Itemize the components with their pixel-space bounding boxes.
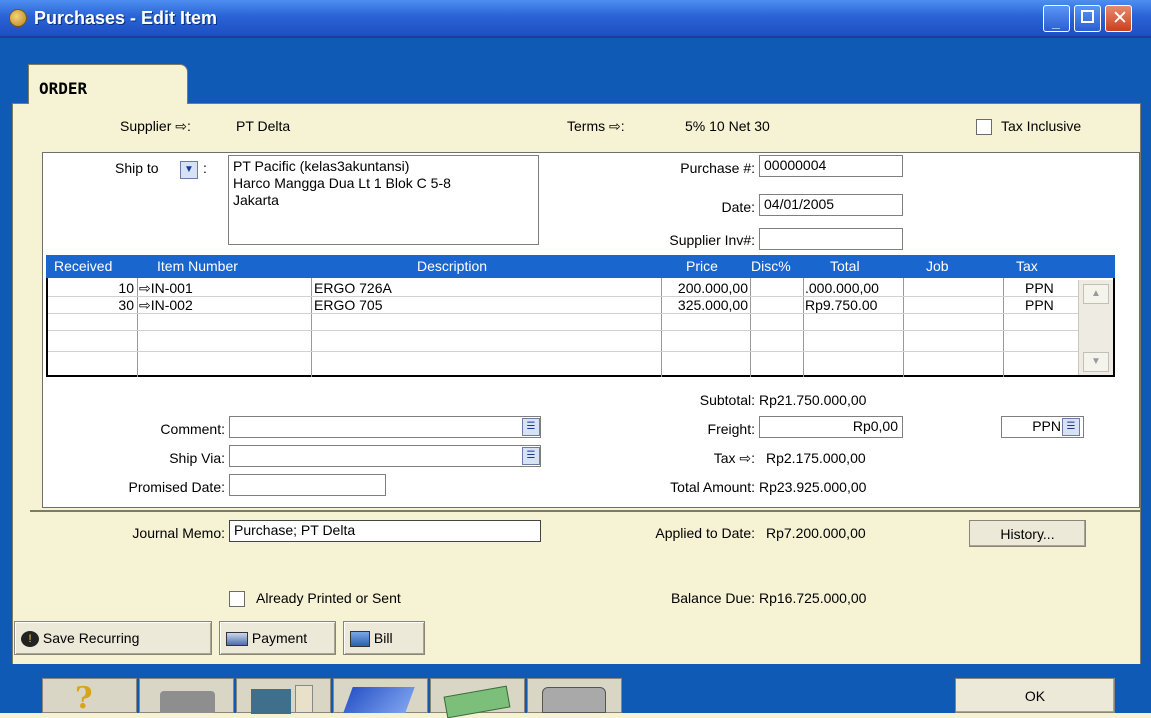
comment-field[interactable] xyxy=(229,416,541,438)
tax-value: Rp2.175.000,00 xyxy=(766,450,866,466)
promised-date-label: Promised Date: xyxy=(128,479,225,495)
book-icon[interactable] xyxy=(333,678,428,713)
tax-inclusive-checkbox[interactable] xyxy=(976,119,992,135)
ship-to-dropdown[interactable]: ▼ xyxy=(180,161,198,179)
row2-total[interactable]: Rp9.750.00 xyxy=(805,297,901,313)
col-total: Total xyxy=(830,258,860,274)
minimize-button[interactable]: _ xyxy=(1043,5,1070,32)
ship-to-line2: Harco Mangga Dua Lt 1 Blok C 5-8 xyxy=(233,175,451,191)
col-tax: Tax xyxy=(1016,258,1038,274)
total-amount-value: Rp23.925.000,00 xyxy=(759,479,867,495)
ship-to-label: Ship to xyxy=(115,160,159,176)
payment-label: Payment xyxy=(251,630,308,646)
bill-button[interactable]: Bill xyxy=(343,621,425,655)
row2-received[interactable]: 30 xyxy=(48,297,134,313)
date-field[interactable]: 04/01/2005 xyxy=(759,194,903,216)
ship-via-field[interactable] xyxy=(229,445,541,467)
col-disc: Disc% xyxy=(751,258,791,274)
supplier-inv-label: Supplier Inv#: xyxy=(669,232,755,248)
row2-tax[interactable]: PPN xyxy=(1025,297,1065,313)
ok-button[interactable]: OK xyxy=(955,678,1115,713)
date-label: Date: xyxy=(721,199,755,215)
row2-price[interactable]: 325.000,00 xyxy=(662,297,748,313)
tab-order[interactable]: ORDER xyxy=(28,64,188,104)
row1-description[interactable]: ERGO 726A xyxy=(314,280,659,296)
supplier-label[interactable]: Supplier ⇨: xyxy=(120,118,191,135)
purchase-number-label: Purchase #: xyxy=(680,160,755,176)
scroll-up-icon[interactable]: ▲ xyxy=(1083,284,1109,304)
supplier-inv-field[interactable] xyxy=(759,228,903,250)
purchase-number-field[interactable]: 00000004 xyxy=(759,155,903,177)
mail-icon[interactable] xyxy=(236,678,331,714)
row1-tax[interactable]: PPN xyxy=(1025,280,1065,296)
supplier-value: PT Delta xyxy=(236,118,291,134)
freight-tax-code: PPN xyxy=(1032,418,1061,434)
ship-via-label: Ship Via: xyxy=(169,450,225,466)
row1-price[interactable]: 200.000,00 xyxy=(662,280,748,296)
save-recurring-label: Save Recurring xyxy=(42,630,140,646)
row1-total[interactable]: .000.000,00 xyxy=(805,280,901,296)
comment-list-icon[interactable]: ☰ xyxy=(522,418,540,436)
bill-icon xyxy=(350,631,370,648)
already-printed-checkbox[interactable] xyxy=(229,591,245,607)
register-icon[interactable] xyxy=(527,678,622,713)
promised-date-field[interactable] xyxy=(229,474,386,496)
applied-to-date-value: Rp7.200.000,00 xyxy=(766,525,866,541)
payment-icon xyxy=(226,632,248,647)
col-description: Description xyxy=(417,258,488,274)
freight-label: Freight: xyxy=(707,421,755,437)
bill-label: Bill xyxy=(373,630,393,646)
ship-to-line3: Jakarta xyxy=(233,192,279,208)
items-scrollbar[interactable]: ▲ ▼ xyxy=(1078,280,1113,375)
col-received: Received xyxy=(54,258,113,274)
applied-to-date-label: Applied to Date: xyxy=(655,525,755,541)
subtotal-value: Rp21.750.000,00 xyxy=(759,392,867,408)
balance-due-value: Rp16.725.000,00 xyxy=(759,590,867,606)
tab-order-label: ORDER xyxy=(39,79,88,98)
printer-icon[interactable] xyxy=(139,678,234,713)
total-amount-label: Total Amount: xyxy=(670,479,755,495)
already-printed-label: Already Printed or Sent xyxy=(256,590,401,606)
col-job: Job xyxy=(926,258,949,274)
items-table-header: Received Item Number Description Price D… xyxy=(46,255,1115,278)
journal-memo-label: Journal Memo: xyxy=(132,525,225,541)
row1-item[interactable]: ⇨IN-001 xyxy=(139,280,309,297)
money-icon[interactable] xyxy=(430,678,525,718)
freight-tax-list-icon[interactable]: ☰ xyxy=(1062,418,1080,436)
row1-received[interactable]: 10 xyxy=(48,280,134,296)
journal-memo-field[interactable]: Purchase; PT Delta xyxy=(229,520,541,542)
maximize-button[interactable] xyxy=(1074,5,1101,32)
ok-label: OK xyxy=(1024,688,1046,704)
tax-label[interactable]: Tax ⇨: xyxy=(600,450,755,467)
col-item-number: Item Number xyxy=(157,258,238,274)
close-button[interactable]: ✕ xyxy=(1105,5,1132,32)
payment-button[interactable]: Payment xyxy=(219,621,336,655)
ship-to-address[interactable]: PT Pacific (kelas3akuntansi) Harco Mangg… xyxy=(228,155,539,245)
balance-due-label: Balance Due: xyxy=(670,590,755,606)
save-recurring-button[interactable]: ! Save Recurring xyxy=(14,621,212,655)
ship-via-list-icon[interactable]: ☰ xyxy=(522,447,540,465)
app-icon xyxy=(9,9,27,27)
row2-description[interactable]: ERGO 705 xyxy=(314,297,659,313)
comment-label: Comment: xyxy=(160,421,225,437)
window-title: Purchases - Edit Item xyxy=(34,8,218,28)
terms-value: 5% 10 Net 30 xyxy=(685,118,770,134)
help-icon[interactable]: ? xyxy=(42,678,137,716)
divider xyxy=(30,510,1140,512)
history-button[interactable]: History... xyxy=(969,520,1086,547)
tax-inclusive-label: Tax Inclusive xyxy=(1001,118,1082,134)
save-recurring-icon: ! xyxy=(21,631,39,648)
terms-label[interactable]: Terms ⇨: xyxy=(567,118,625,135)
subtotal-label: Subtotal: xyxy=(699,392,755,408)
row2-item[interactable]: ⇨IN-002 xyxy=(139,297,309,314)
scroll-down-icon[interactable]: ▼ xyxy=(1083,352,1109,372)
ship-to-line1: PT Pacific (kelas3akuntansi) xyxy=(233,158,410,174)
ship-to-colon: : xyxy=(203,160,207,176)
freight-field[interactable]: Rp0,00 xyxy=(759,416,903,438)
col-price: Price xyxy=(686,258,718,274)
